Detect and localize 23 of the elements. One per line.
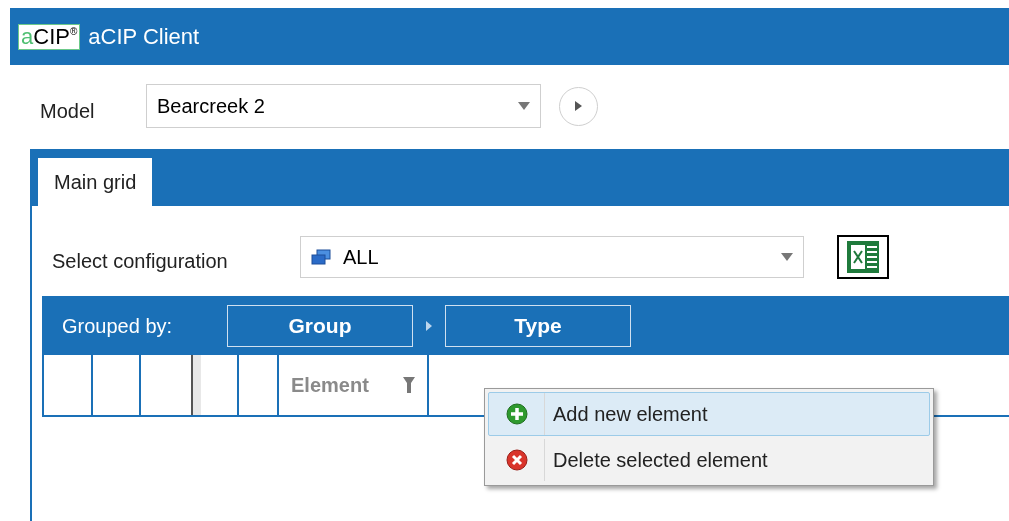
caret-icon (518, 102, 530, 110)
filter-icon[interactable] (403, 377, 415, 393)
configuration-dropdown[interactable]: ALL (300, 236, 804, 278)
caret-icon (781, 253, 793, 261)
menu-item[interactable]: Delete selected element (488, 438, 930, 482)
layers-icon (311, 249, 331, 265)
configuration-label: Select configuration (52, 249, 229, 274)
delete-icon (505, 449, 528, 471)
app-logo: aCIP® (18, 23, 81, 50)
plus-icon (505, 403, 528, 425)
play-icon (575, 101, 582, 111)
group-chip[interactable]: Type (445, 304, 631, 347)
spreadsheet-icon (845, 239, 881, 275)
tab[interactable]: Main grid (38, 158, 153, 206)
menu-item[interactable]: Add new element (488, 392, 930, 436)
spreadsheet-export-button[interactable] (837, 235, 889, 279)
model-label: Model (40, 99, 96, 124)
model-dropdown[interactable]: Bearcreek 2 (146, 84, 541, 128)
group-chip[interactable]: Group (227, 304, 413, 347)
chevron-icon (426, 320, 432, 331)
grouped-by-label: Grouped by: (62, 313, 174, 339)
window-title: aCIP Client (88, 23, 200, 51)
column-splitter[interactable] (191, 355, 201, 415)
